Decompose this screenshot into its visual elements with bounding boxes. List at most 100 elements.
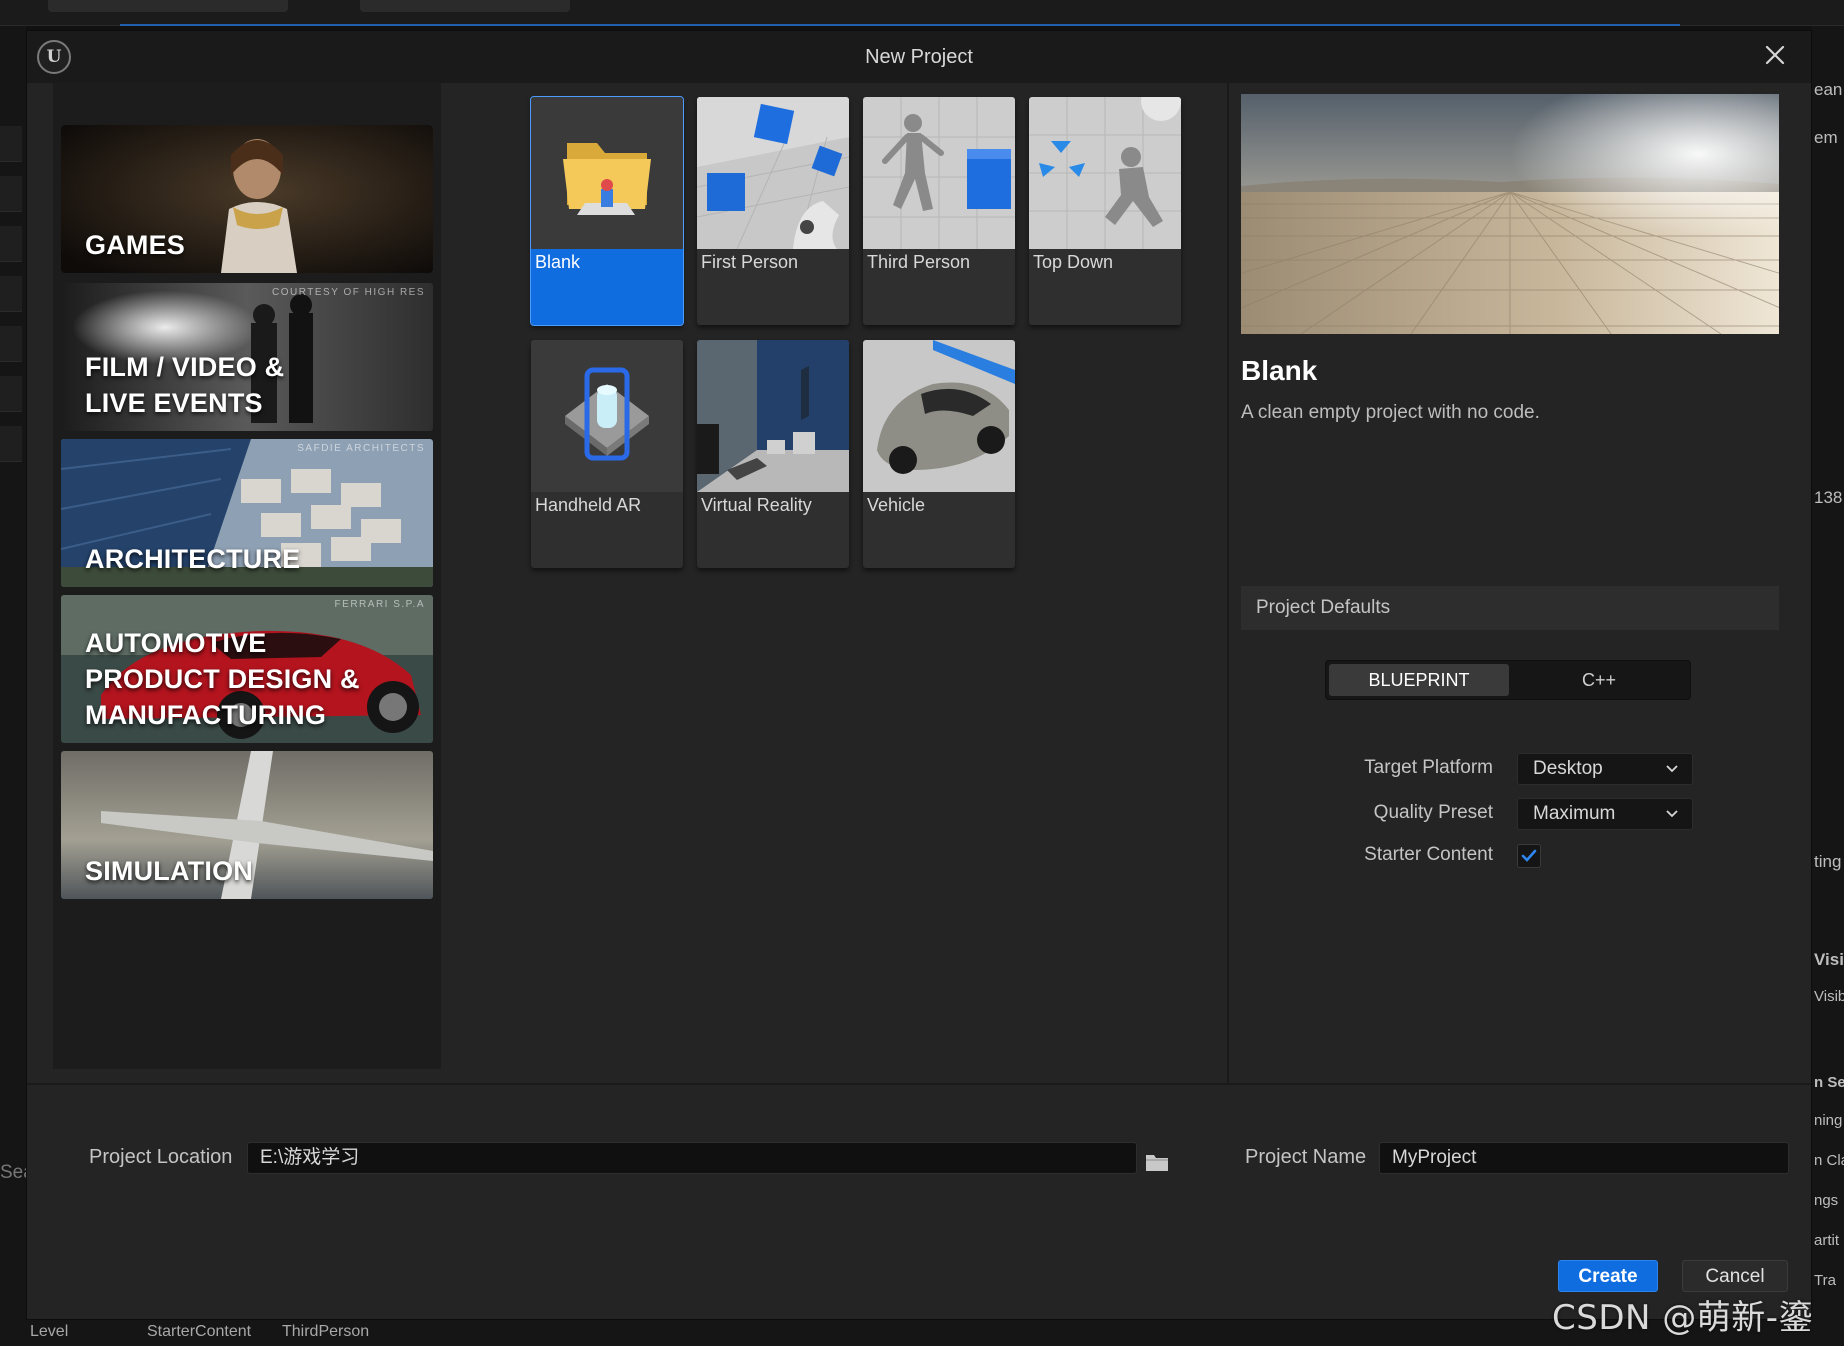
template-handheld-ar[interactable]: Handheld AR: [531, 340, 683, 568]
dialog-titlebar: U New Project: [27, 31, 1811, 83]
editor-left-stub: [0, 276, 22, 312]
editor-left-stub: [0, 326, 22, 362]
close-button[interactable]: [1757, 37, 1793, 73]
template-preview-image: [1241, 94, 1779, 334]
language-toggle: BLUEPRINT C++: [1325, 660, 1691, 700]
editor-left-stub: [0, 376, 22, 412]
folder-icon: [563, 143, 651, 215]
project-defaults-header: Project Defaults: [1241, 586, 1779, 630]
template-first-person[interactable]: First Person: [697, 97, 849, 325]
editor-top-bar: [0, 0, 1844, 26]
editor-right-fragment: Tra: [1814, 1272, 1836, 1289]
template-virtual-reality[interactable]: Virtual Reality: [697, 340, 849, 568]
template-blank[interactable]: Blank: [530, 96, 684, 326]
template-thumbnail: [863, 340, 1015, 492]
chevron-down-icon: [1666, 810, 1678, 818]
quality-preset-dropdown[interactable]: Maximum: [1517, 798, 1693, 830]
category-automotive[interactable]: FERRARI S.P.A AUTOMOTIVE PRODUCT DESIGN …: [61, 595, 433, 743]
content-tab-starter-content[interactable]: StarterContent: [147, 1323, 251, 1341]
editor-left-stub: [0, 126, 22, 162]
project-location-label: Project Location: [89, 1146, 233, 1168]
new-project-dialog: U New Project GAMES COURTESY OF HIGH RES…: [26, 30, 1812, 1320]
create-button[interactable]: Create: [1558, 1260, 1658, 1292]
category-film-video[interactable]: COURTESY OF HIGH RES FILM / VIDEO & LIVE…: [61, 283, 433, 431]
cancel-button[interactable]: Cancel: [1682, 1260, 1788, 1292]
dropdown-value: Maximum: [1533, 803, 1616, 824]
content-tab-third-person[interactable]: ThirdPerson: [282, 1323, 369, 1341]
project-name-label: Project Name: [1245, 1146, 1367, 1168]
category-label: AUTOMOTIVE PRODUCT DESIGN & MANUFACTURIN…: [85, 628, 360, 730]
quality-preset-label: Quality Preset: [1373, 802, 1493, 823]
vr-thumbnail: [697, 340, 849, 492]
template-thumbnail: [863, 97, 1015, 249]
category-credit: FERRARI S.P.A: [334, 599, 425, 610]
category-games[interactable]: GAMES: [61, 125, 433, 273]
category-credit: SAFDIE ARCHITECTS: [297, 443, 425, 454]
editor-right-panel: ean em 138 ting Visi Visib n Se ning n C…: [1812, 26, 1844, 1346]
top-down-thumbnail: [1029, 97, 1181, 249]
blank-level-preview: [1241, 94, 1779, 334]
editor-right-fragment: artit: [1814, 1232, 1840, 1249]
editor-right-fragment: ning: [1814, 1112, 1843, 1129]
editor-right-fragment: 138: [1814, 488, 1843, 507]
editor-right-fragment: Visib: [1814, 988, 1844, 1005]
chevron-down-icon: [1666, 765, 1678, 773]
close-icon: [1765, 45, 1785, 65]
category-credit: COURTESY OF HIGH RES: [272, 287, 425, 298]
category-label: SIMULATION: [85, 856, 253, 886]
car-thumbnail: [863, 340, 1015, 492]
editor-right-fragment: n Se: [1814, 1074, 1844, 1091]
template-label: Handheld AR: [535, 495, 642, 515]
template-vehicle[interactable]: Vehicle: [863, 340, 1015, 568]
editor-right-fragment: ngs: [1814, 1192, 1839, 1209]
category-label: FILM / VIDEO & LIVE EVENTS: [85, 352, 285, 418]
third-person-thumbnail: [863, 97, 1015, 249]
template-top-down[interactable]: Top Down: [1029, 97, 1181, 325]
browse-folder-icon[interactable]: [1144, 1151, 1170, 1173]
editor-toolbar-segment: [360, 0, 570, 12]
content-tab-level[interactable]: Level: [30, 1323, 68, 1341]
editor-right-fragment: ting: [1814, 852, 1842, 871]
template-label: Third Person: [867, 252, 971, 272]
checkmark-icon: [1521, 849, 1537, 862]
panel-divider: [1227, 83, 1229, 1083]
starter-content-label: Starter Content: [1364, 844, 1493, 865]
template-thumbnail: [531, 97, 683, 249]
target-platform-dropdown[interactable]: Desktop: [1517, 753, 1693, 785]
editor-right-fragment: Visi: [1814, 950, 1844, 969]
editor-right-fragment: n Cla: [1814, 1152, 1844, 1169]
editor-left-panel: Sea: [0, 26, 34, 1326]
blueprint-option[interactable]: BLUEPRINT: [1329, 664, 1509, 696]
template-third-person[interactable]: Third Person: [863, 97, 1015, 325]
target-platform-label: Target Platform: [1364, 757, 1493, 778]
template-label: First Person: [701, 252, 799, 272]
category-label: ARCHITECTURE: [85, 544, 301, 574]
editor-left-stub: [0, 226, 22, 262]
editor-toolbar-segment: [48, 0, 288, 12]
editor-left-stub: [0, 176, 22, 212]
first-person-thumbnail: [697, 97, 849, 249]
project-name-input[interactable]: MyProject: [1379, 1142, 1789, 1174]
starter-content-checkbox[interactable]: [1517, 844, 1541, 868]
template-title: Blank: [1241, 355, 1318, 386]
project-location-input[interactable]: E:\游戏学习: [247, 1142, 1137, 1174]
template-description: A clean empty project with no code.: [1241, 402, 1540, 423]
editor-right-fragment: em: [1814, 128, 1838, 147]
phone-ar-icon: [565, 367, 649, 461]
template-thumbnail: [697, 97, 849, 249]
editor-focus-line: [120, 24, 1680, 26]
template-label: Vehicle: [867, 495, 926, 515]
category-label: GAMES: [85, 230, 186, 260]
category-simulation[interactable]: SIMULATION: [61, 751, 433, 899]
template-label: Virtual Reality: [701, 495, 812, 515]
template-label: Blank: [535, 252, 581, 272]
dropdown-value: Desktop: [1533, 758, 1603, 779]
editor-left-stub: [0, 426, 22, 462]
cpp-option[interactable]: C++: [1509, 664, 1689, 696]
category-panel: GAMES COURTESY OF HIGH RES FILM / VIDEO …: [53, 83, 441, 1069]
template-label: Top Down: [1033, 252, 1114, 272]
template-thumbnail: [531, 340, 683, 492]
category-architecture[interactable]: SAFDIE ARCHITECTS ARCHITECTURE: [61, 439, 433, 587]
template-thumbnail: [1029, 97, 1181, 249]
dialog-title: New Project: [865, 46, 973, 68]
